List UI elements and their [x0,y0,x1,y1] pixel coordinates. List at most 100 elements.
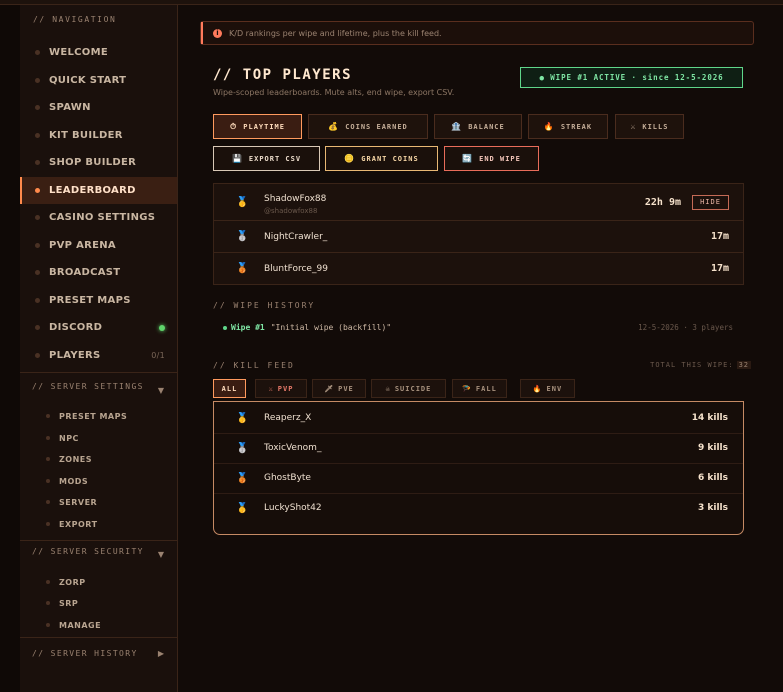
tab-label: STREAK [560,122,593,131]
list-item: 🥈 ToxicVenom_ 9 kills [214,433,743,464]
button-label: EXPORT CSV [248,154,302,163]
fire-icon: 🔥 [543,122,555,131]
sidebar-item-leaderboard[interactable]: LEADERBOARD [20,177,177,204]
tab-kills[interactable]: ⚔ KILLS [615,114,684,139]
players-count: 0/1 [151,351,165,360]
status-dot-icon [223,325,227,330]
swords-icon: ⚔ [630,122,637,131]
bullet-icon [35,243,40,248]
tab-coins-earned[interactable]: 💰 COINS EARNED [308,114,428,139]
tab-playtime[interactable]: ⏱ PLAYTIME [213,114,302,139]
wipe-history-heading: // WIPE HISTORY [213,301,316,310]
filter-suicide[interactable]: ☠ SUICIDE [371,379,446,398]
player-name: ToxicVenom_ [264,443,322,453]
sidebar-item-quick-start[interactable]: QUICK START [20,67,177,94]
fire-icon: 🔥 [532,384,543,393]
sidebar-item-casino-settings[interactable]: CASINO SETTINGS [20,204,177,231]
sidebar-item-label: LEADERBOARD [49,185,136,196]
player-name: BluntForce_99 [264,263,328,274]
filter-label: SUICIDE [394,384,432,393]
filter-pve[interactable]: 🗡 PVE [312,379,366,398]
sidebar-item-discord[interactable]: DISCORD [20,314,177,341]
bullet-icon [35,188,40,193]
sidebar-item-welcome[interactable]: WELCOME [20,39,177,66]
clock-icon: ⏱ [230,121,238,131]
bullet-icon [35,105,40,110]
sub-item-zones[interactable]: ZONES [20,449,177,469]
medal-icon: 🥇 [236,502,249,514]
sub-item-manage[interactable]: MANAGE [20,615,177,635]
kill-feed-heading: // KILL FEED [213,361,295,370]
players-table: 🥇 ShadowFox88 @shadowfox88 22h 9m HIDE 🥈… [213,183,744,285]
filter-pvp[interactable]: ⚔ PVP [255,379,307,398]
sidebar-item-label: WELCOME [49,47,108,58]
end-wipe-button[interactable]: 🔄 END WIPE [444,146,539,171]
sub-item-server[interactable]: SERVER [20,492,177,512]
sidebar-item-label: BROADCAST [49,267,121,278]
skull-icon: ☠ [385,384,391,393]
gold-medal-icon: 🥇 [236,412,249,424]
tab-streak[interactable]: 🔥 STREAK [528,114,608,139]
sub-item-npc[interactable]: NPC [20,428,177,448]
silver-medal-icon: 🥈 [236,442,249,454]
bullet-icon [35,353,40,358]
swords-icon: ⚔ [268,384,274,393]
sidebar-item-label: QUICK START [49,75,127,86]
grant-coins-button[interactable]: 🪙 GRANT COINS [325,146,438,171]
sub-item-mods[interactable]: MODS [20,471,177,491]
button-label: GRANT COINS [361,154,419,163]
left-gutter [0,5,20,692]
tab-label: PLAYTIME [243,122,285,131]
filter-label: FALL [475,384,497,393]
sidebar: // NAVIGATION WELCOME QUICK START SPAWN … [20,5,178,692]
page-title: // TOP PLAYERS [213,67,353,83]
filter-label: ALL [221,384,238,393]
silver-medal-icon: 🥈 [236,231,249,242]
bullet-icon [46,580,50,584]
sidebar-item-broadcast[interactable]: BROADCAST [20,259,177,286]
server-settings-heading: // SERVER SETTINGS [32,382,144,391]
divider [20,372,177,373]
sidebar-item-label: PVP ARENA [49,240,116,251]
sub-item-label: ZORP [59,577,86,587]
total-value: 32 [736,361,751,369]
player-name: Reaperz_X [264,413,312,423]
hide-button[interactable]: HIDE [692,194,729,210]
bullet-icon [35,50,40,55]
filter-env[interactable]: 🔥 ENV [520,379,575,398]
table-row: 🥇 ShadowFox88 @shadowfox88 22h 9m HIDE [214,184,743,221]
sidebar-item-preset-maps[interactable]: PRESET MAPS [20,287,177,314]
info-icon: i [213,28,222,38]
divider [20,637,177,638]
sidebar-item-shop-builder[interactable]: SHOP BUILDER [20,149,177,176]
export-csv-button[interactable]: 💾 EXPORT CSV [213,146,320,171]
bullet-icon [35,160,40,165]
sidebar-item-players[interactable]: PLAYERS 0/1 [20,342,177,369]
coin-bag-icon: 💰 [328,122,340,131]
sidebar-item-spawn[interactable]: SPAWN [20,94,177,121]
sub-item-zorp[interactable]: ZORP [20,572,177,592]
bullet-icon [46,623,50,627]
sub-item-preset-maps[interactable]: PRESET MAPS [20,406,177,426]
bullet-icon [35,78,40,83]
sub-item-label: PRESET MAPS [59,411,128,421]
sidebar-item-pvp-arena[interactable]: PVP ARENA [20,232,177,259]
kill-count: 9 kills [698,443,728,453]
bullet-icon [35,270,40,275]
page-subtitle: Wipe-scoped leaderboards. Mute alts, end… [213,88,455,97]
sub-item-label: SRP [59,598,79,608]
wipe-status-badge: ● WIPE #1 ACTIVE · since 12-5-2026 [520,67,743,88]
sub-item-export[interactable]: EXPORT [20,514,177,534]
tab-balance[interactable]: 🏦 BALANCE [434,114,522,139]
filter-all[interactable]: ALL [213,379,246,398]
wipe-meta: 12-5-2026 · 3 players [638,323,733,332]
sidebar-item-kit-builder[interactable]: KIT BUILDER [20,122,177,149]
total-label: TOTAL THIS WIPE: [650,361,734,369]
filter-fall[interactable]: 🪂 FALL [452,379,507,398]
list-item: 🥇 LuckyShot42 3 kills [214,493,743,523]
kill-count: 6 kills [698,473,728,483]
filter-label: PVP [277,384,294,393]
sub-item-srp[interactable]: SRP [20,593,177,613]
banner-text: K/D rankings per wipe and lifetime, plus… [229,28,442,38]
bullet-icon [35,298,40,303]
